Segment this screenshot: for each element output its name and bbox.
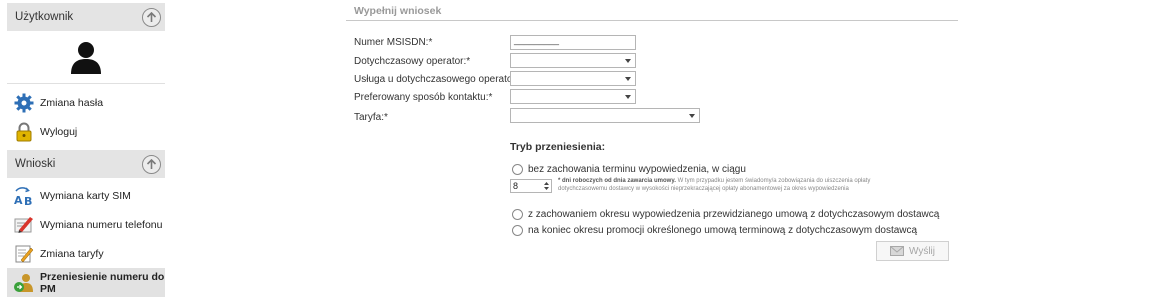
radio-button[interactable] bbox=[512, 164, 523, 175]
chevron-down-icon bbox=[625, 59, 631, 63]
sidebar-item-sim-exchange[interactable]: A B Wymiana karty SIM bbox=[7, 181, 165, 210]
spinner-arrows-icon[interactable] bbox=[543, 181, 550, 191]
service-label: Usługa u dotychczasowego operatora:* bbox=[354, 74, 528, 85]
contact-label: Preferowany sposób kontaktu:* bbox=[354, 92, 493, 103]
radio-button[interactable] bbox=[512, 225, 523, 236]
submit-label: Wyślij bbox=[908, 245, 935, 257]
user-section-header: Użytkownik bbox=[7, 3, 165, 31]
chevron-down-icon bbox=[625, 77, 631, 81]
sidebar-item-label: Przeniesienie numeru do PM bbox=[40, 270, 165, 295]
sidebar-item-label: Zmiana taryfy bbox=[40, 247, 104, 260]
requests-section-header: Wnioski bbox=[7, 150, 165, 178]
days-stepper[interactable]: 8 bbox=[510, 179, 552, 193]
option-label: z zachowaniem okresu wypowiedzenia przew… bbox=[528, 209, 940, 220]
transfer-option-promo-end[interactable]: na koniec okresu promocji określonego um… bbox=[512, 225, 917, 236]
option-label: na koniec okresu promocji określonego um… bbox=[528, 225, 918, 236]
tariff-select[interactable] bbox=[510, 108, 700, 123]
sidebar: Użytkownik Zmiana hasła Wyloguj Wnioski … bbox=[7, 3, 165, 297]
transfer-option-with-notice[interactable]: z zachowaniem okresu wypowiedzenia przew… bbox=[512, 209, 939, 220]
operator-label: Dotychczasowy operator:* bbox=[354, 56, 471, 67]
service-select[interactable] bbox=[510, 71, 636, 86]
msisdn-input[interactable]: _________ bbox=[510, 35, 636, 50]
sidebar-item-label: Wyloguj bbox=[40, 125, 78, 138]
sidebar-item-number-port[interactable]: Przeniesienie numeru do PM bbox=[7, 268, 165, 297]
contact-method-select[interactable] bbox=[510, 89, 636, 104]
transfer-option-no-notice[interactable]: bez zachowania terminu wypowiedzenia, w … bbox=[512, 164, 746, 175]
transfer-mode-title: Tryb przeniesienia: bbox=[510, 141, 606, 153]
submit-button[interactable]: Wyślij bbox=[876, 241, 949, 261]
option-label: bez zachowania terminu wypowiedzenia, w … bbox=[528, 164, 746, 175]
notice-fine-print: * dni roboczych od dnia zawarcia umowy. … bbox=[558, 178, 898, 193]
tariff-label: Taryfa:* bbox=[354, 112, 388, 123]
days-value: 8 bbox=[513, 181, 519, 191]
envelope-icon bbox=[889, 246, 904, 256]
chevron-down-icon bbox=[625, 95, 631, 99]
user-section-title: Użytkownik bbox=[15, 11, 74, 23]
sidebar-item-number-exchange[interactable]: Wymiana numeru telefonu bbox=[7, 210, 165, 239]
user-transfer-icon bbox=[13, 272, 35, 294]
msisdn-label: Numer MSISDN:* bbox=[354, 37, 433, 48]
avatar bbox=[7, 31, 165, 84]
sidebar-item-label: Zmiana hasła bbox=[40, 96, 104, 109]
ab-swap-icon: A B bbox=[13, 185, 35, 207]
user-silhouette-icon bbox=[71, 42, 101, 74]
sidebar-item-label: Wymiana karty SIM bbox=[40, 189, 131, 202]
fine-print-bold: * dni roboczych od dnia zawarcia umowy. bbox=[558, 178, 676, 184]
operator-select[interactable] bbox=[510, 53, 636, 68]
sidebar-item-tariff-change[interactable]: Zmiana taryfy bbox=[7, 239, 165, 268]
sidebar-item-change-password[interactable]: Zmiana hasła bbox=[7, 88, 165, 117]
requests-section-title: Wnioski bbox=[15, 158, 56, 170]
radio-button[interactable] bbox=[512, 209, 523, 220]
sidebar-item-label: Wymiana numeru telefonu bbox=[40, 218, 163, 231]
edit-document-icon bbox=[13, 243, 35, 265]
svg-text:A: A bbox=[14, 194, 23, 207]
chevron-down-icon bbox=[689, 114, 695, 118]
sidebar-item-logout[interactable]: Wyloguj bbox=[7, 117, 165, 146]
form-title: Wypełnij wniosek bbox=[346, 5, 958, 21]
svg-text:B: B bbox=[24, 195, 32, 207]
chevron-up-icon[interactable] bbox=[142, 154, 161, 174]
pencil-form-icon bbox=[13, 214, 35, 236]
chevron-up-icon[interactable] bbox=[142, 7, 161, 27]
gear-icon bbox=[13, 92, 35, 114]
padlock-icon bbox=[13, 121, 35, 143]
